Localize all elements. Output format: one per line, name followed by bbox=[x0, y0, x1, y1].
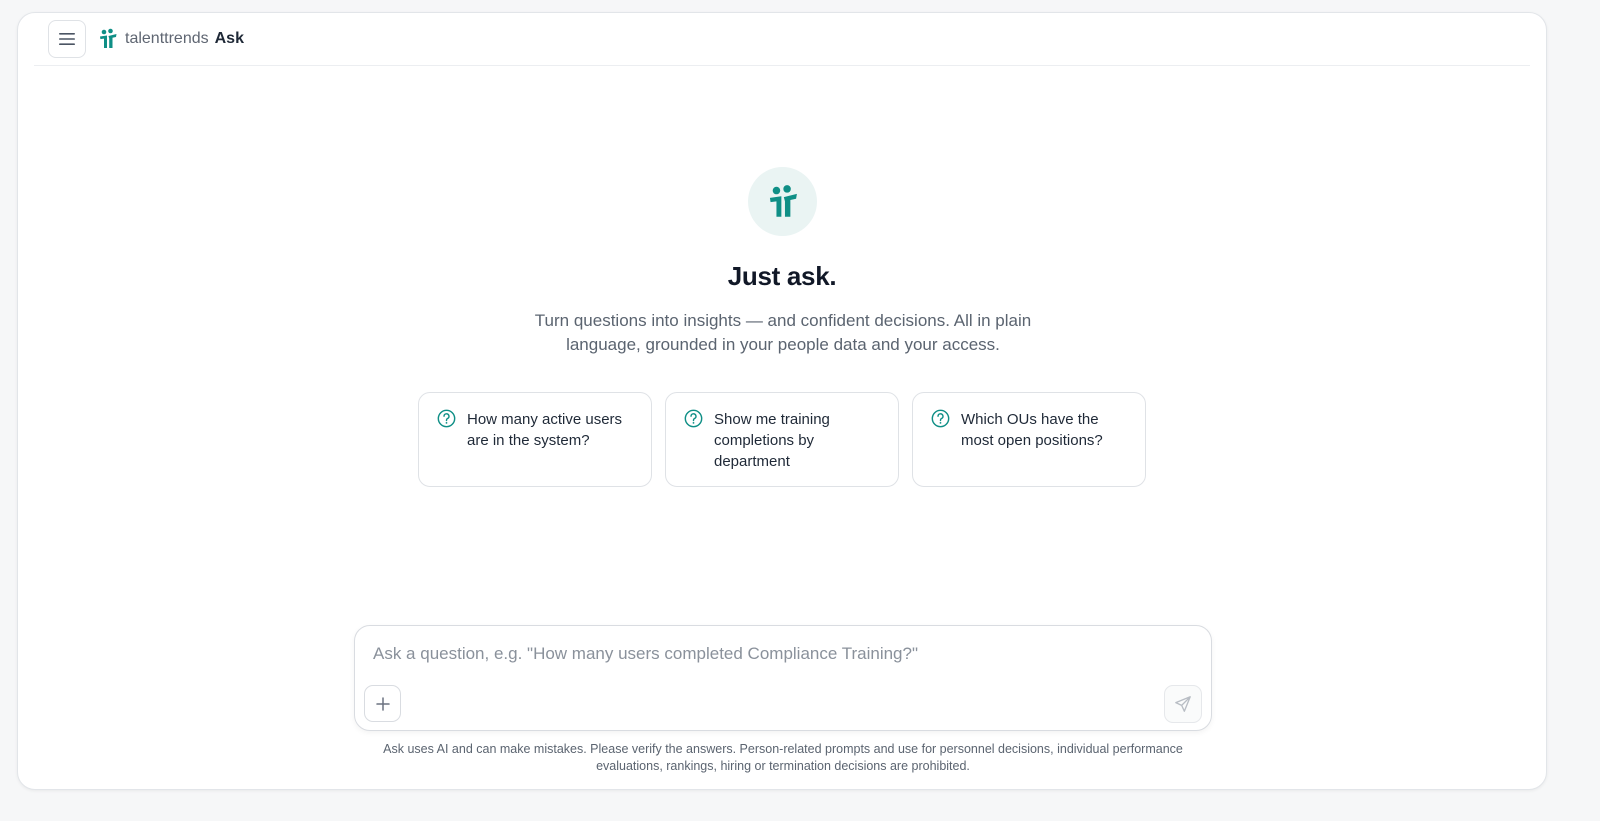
ai-disclaimer: Ask uses AI and can make mistakes. Pleas… bbox=[383, 742, 1183, 773]
product-name: Ask bbox=[214, 30, 244, 47]
chat-composer bbox=[354, 625, 1212, 731]
hero-logo bbox=[748, 167, 817, 236]
page-subtitle: Turn questions into insights — and confi… bbox=[534, 311, 1032, 354]
suggestion-text: Which OUs have the most open positions? bbox=[961, 411, 1103, 449]
page-title: Just ask. bbox=[727, 261, 837, 291]
suggestion-text: Show me training completions by departme… bbox=[714, 411, 830, 470]
question-circle-icon bbox=[684, 409, 703, 428]
plus-icon bbox=[375, 696, 390, 711]
suggestion-card[interactable]: How many active users are in the system? bbox=[418, 392, 652, 487]
brand[interactable]: talenttrends Ask bbox=[98, 27, 244, 51]
brand-name: talenttrends bbox=[125, 30, 209, 47]
suggestion-list: How many active users are in the system?… bbox=[418, 392, 1148, 487]
talenttrends-logo-icon bbox=[769, 184, 797, 217]
top-bar: talenttrends Ask bbox=[34, 13, 1530, 66]
app-window: talenttrends Ask Just ask. Turn question… bbox=[17, 12, 1547, 790]
suggestion-text: How many active users are in the system? bbox=[467, 411, 623, 449]
question-input[interactable] bbox=[373, 640, 1173, 668]
add-attachment-button[interactable] bbox=[364, 685, 401, 722]
suggestion-card[interactable]: Which OUs have the most open positions? bbox=[912, 392, 1146, 487]
menu-button[interactable] bbox=[48, 20, 86, 58]
question-circle-icon bbox=[437, 409, 456, 428]
send-button[interactable] bbox=[1164, 685, 1202, 723]
suggestion-card[interactable]: Show me training completions by departme… bbox=[665, 392, 899, 487]
talenttrends-logo-icon bbox=[100, 28, 117, 48]
question-circle-icon bbox=[931, 409, 950, 428]
send-icon bbox=[1175, 696, 1191, 712]
hamburger-menu-icon bbox=[59, 33, 75, 45]
